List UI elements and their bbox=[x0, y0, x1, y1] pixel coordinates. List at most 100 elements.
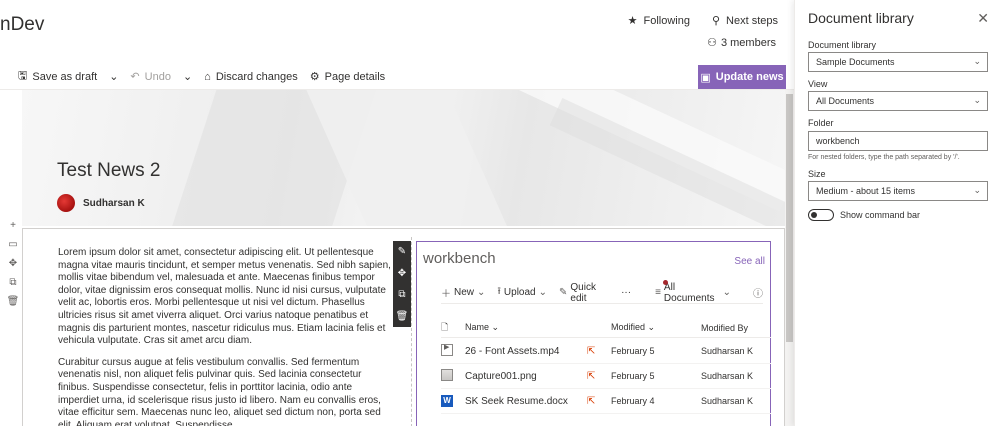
table-row[interactable]: W SK Seek Resume.docx ⇱ February 4 Sudha… bbox=[441, 389, 771, 414]
discard-changes-button[interactable]: ⌂ Discard changes bbox=[198, 71, 304, 83]
library-header-row: 🗋 Name ⌄ Modified ⌄ Modified By bbox=[441, 318, 771, 338]
view-dropdown[interactable]: All Documents ⌄ bbox=[808, 91, 988, 111]
library-label: Document library bbox=[808, 40, 877, 50]
edit-toolbar: 🖫 Save as draft ⌄ ↶ Undo ⌄ ⌂ Discard change… bbox=[0, 64, 794, 90]
view-label: View bbox=[808, 79, 828, 89]
toggle-label: Show command bar bbox=[840, 210, 921, 220]
rocket-icon: ⚲ bbox=[711, 15, 721, 27]
duplicate-webpart-icon[interactable]: ⧉ bbox=[398, 289, 405, 300]
update-news-button[interactable]: ▣ Update news bbox=[698, 65, 786, 89]
chevron-down-icon: ⌄ bbox=[973, 95, 981, 105]
site-header: nDev ★ Following ⚲ Next steps ⚇ 3 members bbox=[0, 0, 794, 64]
add-section-icon[interactable]: + bbox=[10, 220, 16, 231]
quick-edit-button[interactable]: ✎ Quick edit bbox=[559, 282, 609, 304]
column-divider bbox=[411, 237, 412, 426]
update-news-label: Update news bbox=[715, 71, 784, 83]
next-steps-button[interactable]: ⚲ Next steps bbox=[712, 14, 778, 27]
plus-icon: ＋ bbox=[441, 289, 451, 300]
header-actions: ★ Following ⚲ Next steps bbox=[628, 14, 778, 27]
modified-date: February 5 bbox=[611, 371, 655, 381]
modified-by: Sudharsan K bbox=[701, 346, 754, 356]
view-label: All Documents bbox=[663, 281, 715, 304]
discard-label: Discard changes bbox=[215, 70, 298, 83]
webpart-title: workbench bbox=[423, 250, 496, 267]
video-file-icon bbox=[441, 343, 465, 359]
site-title[interactable]: nDev bbox=[0, 14, 44, 36]
page-details-button[interactable]: ⚙ Page details bbox=[304, 70, 391, 84]
view-value: All Documents bbox=[816, 96, 875, 106]
size-label: Size bbox=[808, 169, 826, 179]
size-value: Medium - about 15 items bbox=[816, 186, 916, 196]
section-toolbar: + ▭ ✥ ⧉ 🗑 bbox=[6, 220, 20, 307]
view-switcher[interactable]: ≡ All Documents ⌄ bbox=[655, 279, 731, 304]
folder-label: Folder bbox=[808, 118, 834, 128]
see-all-link[interactable]: See all bbox=[734, 256, 765, 267]
delete-section-icon[interactable]: 🗑 bbox=[7, 296, 20, 307]
table-row[interactable]: 26 - Font Assets.mp4 ⇱ February 5 Sudhar… bbox=[441, 339, 771, 364]
close-icon[interactable]: ✕ bbox=[977, 10, 989, 27]
hero-banner[interactable]: Test News 2 Sudharsan K bbox=[22, 90, 785, 226]
upload-button[interactable]: ⭱ Upload ⌄ bbox=[497, 284, 547, 301]
share-icon[interactable]: ⇱ bbox=[587, 371, 607, 382]
list-view-icon: ≡ bbox=[655, 287, 661, 298]
modified-date: February 4 bbox=[611, 396, 655, 406]
undo-options-chevron[interactable]: ⌄ bbox=[177, 70, 198, 83]
author-byline[interactable]: Sudharsan K bbox=[57, 194, 145, 212]
chevron-down-icon: ⌄ bbox=[109, 71, 119, 83]
paragraph: Curabitur cursus augue at felis vestibul… bbox=[58, 356, 381, 426]
text-webpart[interactable]: Lorem ipsum dolor sit amet, consectetur … bbox=[58, 247, 393, 426]
move-webpart-icon[interactable]: ✥ bbox=[398, 268, 406, 279]
save-draft-button[interactable]: 🖫 Save as draft bbox=[12, 67, 103, 86]
following-label: Following bbox=[643, 15, 690, 27]
chevron-down-icon: ⌄ bbox=[973, 185, 981, 195]
save-draft-label: Save as draft bbox=[32, 70, 98, 83]
edit-section-icon[interactable]: ▭ bbox=[8, 239, 17, 250]
name-column-header[interactable]: Name ⌄ bbox=[465, 322, 611, 333]
table-row[interactable]: Capture001.png ⇱ February 5 Sudharsan K bbox=[441, 364, 771, 389]
command-bar-toggle[interactable] bbox=[808, 209, 834, 221]
command-bar: ＋ New ⌄ ⭱ Upload ⌄ ✎ Quick edit ··· ≡ All Docu… bbox=[441, 279, 763, 304]
info-button[interactable]: ⓘ bbox=[753, 285, 763, 300]
edit-webpart-icon[interactable]: ✎ bbox=[398, 246, 406, 257]
file-type-column-icon[interactable]: 🗋 bbox=[441, 320, 465, 336]
paragraph: Lorem ipsum dolor sit amet, consectetur … bbox=[58, 247, 391, 347]
duplicate-section-icon[interactable]: ⧉ bbox=[9, 277, 16, 288]
chevron-down-icon: ⌄ bbox=[722, 287, 731, 298]
toggle-knob bbox=[811, 212, 817, 218]
modified-by-column-header[interactable]: Modified By bbox=[701, 323, 771, 333]
new-button[interactable]: ＋ New ⌄ bbox=[441, 285, 485, 300]
folder-input[interactable]: workbench bbox=[808, 131, 988, 151]
members-button[interactable]: ⚇ 3 members bbox=[707, 36, 776, 49]
chevron-down-icon: ⌄ bbox=[182, 71, 193, 83]
page-title[interactable]: Test News 2 bbox=[57, 160, 160, 182]
library-dropdown[interactable]: Sample Documents ⌄ bbox=[808, 52, 988, 72]
save-options-chevron[interactable]: ⌄ bbox=[103, 70, 124, 83]
move-section-icon[interactable]: ✥ bbox=[9, 258, 17, 269]
scrollbar-thumb[interactable] bbox=[786, 94, 793, 342]
size-dropdown[interactable]: Medium - about 15 items ⌄ bbox=[808, 181, 988, 201]
undo-button[interactable]: ↶ Undo bbox=[124, 70, 177, 84]
share-icon[interactable]: ⇱ bbox=[587, 396, 607, 407]
property-pane: Document library ✕ Document library Samp… bbox=[794, 0, 999, 426]
more-button[interactable]: ··· bbox=[621, 287, 631, 298]
chevron-down-icon: ⌄ bbox=[973, 56, 981, 66]
page-details-label: Page details bbox=[324, 70, 386, 83]
delete-webpart-icon[interactable]: 🗑 bbox=[396, 311, 409, 322]
webpart-toolbar: ✎ ✥ ⧉ 🗑 bbox=[393, 241, 411, 327]
page-scrollbar[interactable] bbox=[785, 90, 794, 426]
share-icon[interactable]: ⇱ bbox=[587, 346, 607, 357]
avatar bbox=[57, 194, 75, 212]
star-icon: ★ bbox=[627, 15, 638, 27]
person-icon: ⚇ bbox=[707, 37, 717, 49]
modified-column-header[interactable]: Modified ⌄ bbox=[611, 322, 701, 333]
upload-label: Upload bbox=[503, 287, 536, 298]
save-icon: 🖫 bbox=[18, 70, 28, 82]
document-library-webpart[interactable]: workbench See all ＋ New ⌄ ⭱ Upload ⌄ ✎ Quick … bbox=[416, 241, 771, 426]
modified-date: February 5 bbox=[611, 346, 655, 356]
gear-icon: ⚙ bbox=[309, 71, 320, 83]
following-button[interactable]: ★ Following bbox=[628, 14, 690, 27]
modified-by: Sudharsan K bbox=[701, 396, 754, 406]
chevron-down-icon: ⌄ bbox=[538, 287, 547, 298]
image-file-icon bbox=[441, 368, 465, 384]
publish-icon: ▣ bbox=[700, 71, 711, 84]
